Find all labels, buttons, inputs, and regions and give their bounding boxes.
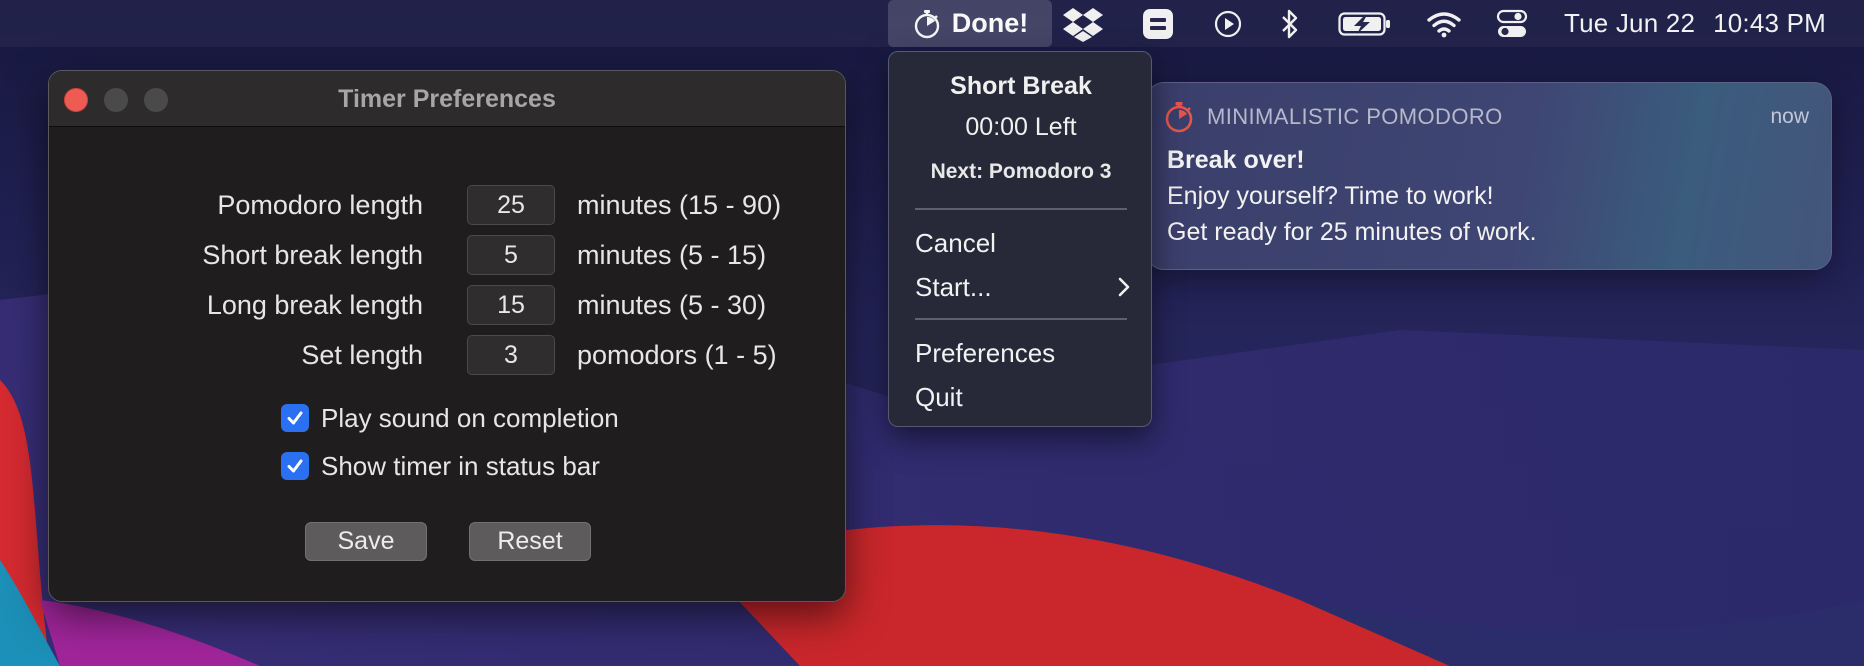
bluetooth-icon[interactable] bbox=[1279, 0, 1301, 47]
play-sound-label: Play sound on completion bbox=[321, 402, 619, 433]
set-length-input[interactable] bbox=[467, 335, 555, 375]
short-break-length-label: Short break length bbox=[202, 239, 423, 270]
control-center-icon[interactable] bbox=[1496, 0, 1528, 47]
short-break-length-hint: minutes (5 - 15) bbox=[577, 239, 767, 270]
menu-item-preferences[interactable]: Preferences bbox=[915, 334, 1131, 372]
short-break-length-input[interactable] bbox=[467, 235, 555, 275]
reset-button[interactable]: Reset bbox=[469, 522, 591, 561]
show-timer-label: Show timer in status bar bbox=[321, 450, 600, 481]
long-break-length-input[interactable] bbox=[467, 285, 555, 325]
menu-bar-clock[interactable]: Tue Jun 22 10:43 PM bbox=[1564, 0, 1826, 47]
notification-body-line: Enjoy yourself? Time to work! bbox=[1167, 182, 1494, 210]
window-titlebar[interactable]: Timer Preferences bbox=[49, 71, 845, 127]
window-title: Timer Preferences bbox=[338, 84, 556, 113]
long-break-length-label: Long break length bbox=[206, 289, 423, 320]
menu-session-title: Short Break bbox=[950, 72, 1092, 100]
wifi-icon[interactable] bbox=[1426, 0, 1462, 47]
notification-time: now bbox=[1770, 105, 1809, 128]
menu-time-left: 00:00 Left bbox=[965, 113, 1077, 141]
menu-item-cancel-label: Cancel bbox=[915, 227, 996, 258]
menu-item-start-label: Start... bbox=[915, 271, 992, 302]
pomodoro-status-menu: Short Break 00:00 Left Next: Pomodoro 3 … bbox=[888, 51, 1152, 427]
show-timer-checkbox-row[interactable]: Show timer in status bar bbox=[281, 449, 600, 483]
stopwatch-icon bbox=[1165, 102, 1193, 133]
pomodoro-length-row: Pomodoro length minutes (15 - 90) bbox=[49, 185, 845, 225]
menu-separator bbox=[915, 208, 1127, 210]
notification-banner[interactable]: MINIMALISTIC POMODORO now Break over! En… bbox=[1146, 82, 1832, 270]
battery-charging-icon[interactable] bbox=[1338, 0, 1392, 47]
play-sound-checkbox[interactable] bbox=[281, 404, 309, 432]
notification-title: Break over! bbox=[1167, 146, 1305, 174]
save-button[interactable]: Save bbox=[305, 522, 427, 561]
long-break-length-row: Long break length minutes (5 - 30) bbox=[49, 285, 845, 325]
checkmark-icon bbox=[287, 411, 303, 425]
menu-item-start[interactable]: Start... bbox=[915, 268, 1131, 306]
equals-square-icon[interactable] bbox=[1142, 0, 1174, 47]
menu-item-quit[interactable]: Quit bbox=[915, 378, 1131, 416]
set-length-hint: pomodors (1 - 5) bbox=[577, 339, 777, 370]
long-break-length-hint: minutes (5 - 30) bbox=[577, 289, 767, 320]
pomodoro-length-input[interactable] bbox=[467, 185, 555, 225]
pomodoro-length-hint: minutes (15 - 90) bbox=[577, 189, 782, 220]
timer-status-label: Done! bbox=[951, 8, 1029, 38]
clock-time: 10:43 PM bbox=[1713, 8, 1826, 38]
timer-preferences-window: Timer Preferences Pomodoro length minute… bbox=[48, 70, 846, 602]
dropbox-icon[interactable] bbox=[1063, 0, 1103, 47]
menu-next-session: Next: Pomodoro 3 bbox=[930, 160, 1112, 183]
menu-item-quit-label: Quit bbox=[915, 381, 963, 412]
set-length-label: Set length bbox=[301, 339, 423, 370]
play-circle-icon[interactable] bbox=[1214, 0, 1242, 47]
menu-separator bbox=[915, 318, 1127, 320]
menu-item-preferences-label: Preferences bbox=[915, 337, 1056, 368]
chevron-right-icon bbox=[1118, 277, 1130, 297]
checkmark-icon bbox=[287, 459, 303, 473]
pomodoro-length-label: Pomodoro length bbox=[217, 189, 423, 220]
notification-app-header: MINIMALISTIC POMODORO bbox=[1163, 101, 1503, 133]
clock-date: Tue Jun 22 bbox=[1563, 8, 1696, 38]
pomodoro-status-item[interactable]: Done! bbox=[888, 0, 1052, 47]
stopwatch-icon bbox=[914, 9, 939, 38]
menu-bar: Done! Tue Jun 22 10:43 PM bbox=[0, 0, 1864, 47]
set-length-row: Set length pomodors (1 - 5) bbox=[49, 335, 845, 375]
notification-app-name: MINIMALISTIC POMODORO bbox=[1207, 104, 1503, 129]
play-sound-checkbox-row[interactable]: Play sound on completion bbox=[281, 401, 619, 435]
notification-body-line: Get ready for 25 minutes of work. bbox=[1167, 218, 1537, 246]
menu-item-cancel[interactable]: Cancel bbox=[915, 224, 1131, 262]
show-timer-checkbox[interactable] bbox=[281, 452, 309, 480]
short-break-length-row: Short break length minutes (5 - 15) bbox=[49, 235, 845, 275]
